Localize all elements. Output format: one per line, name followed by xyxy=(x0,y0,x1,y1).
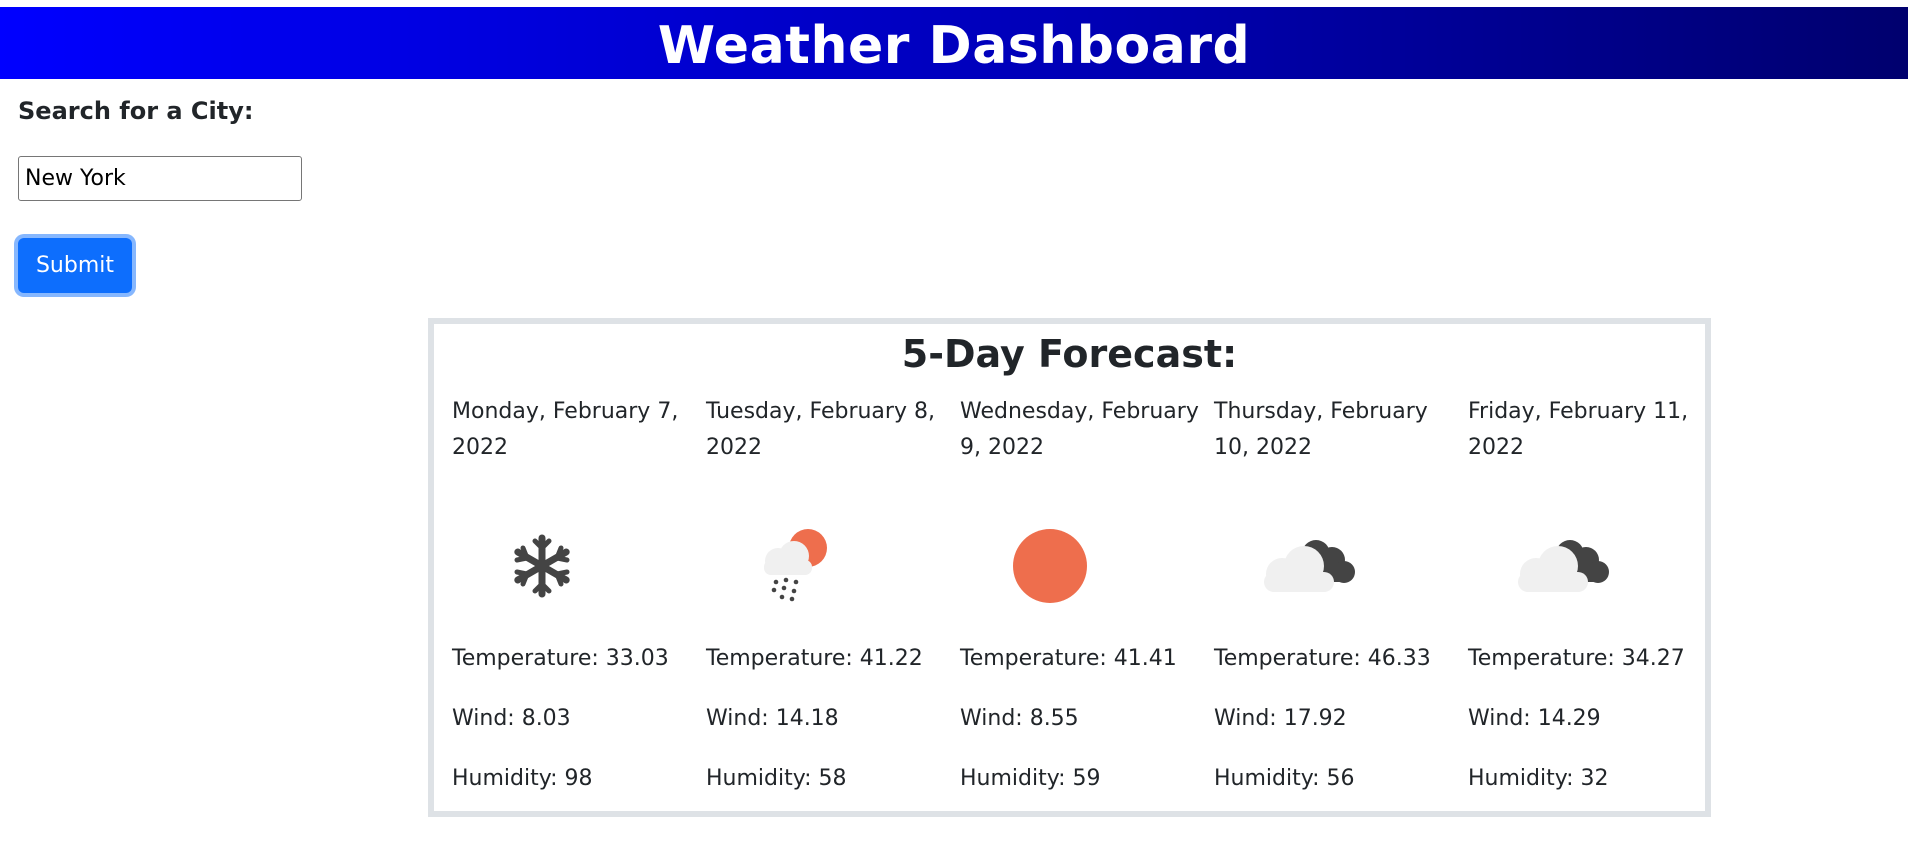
forecast-day-card: Thursday, February 10, 2022 Temperature:… xyxy=(1214,394,1454,814)
temperature-value: Temperature: 33.03 xyxy=(452,646,669,671)
humidity-value: Humidity: 58 xyxy=(706,766,847,791)
forecast-date: Thursday, February 10, 2022 xyxy=(1214,399,1428,460)
cloudy-icon xyxy=(1254,516,1355,616)
humidity-value: Humidity: 32 xyxy=(1468,766,1609,791)
wind-value: Wind: 8.55 xyxy=(960,706,1079,731)
forecast-day-card: Friday, February 11, 2022 Temperature: 3… xyxy=(1468,394,1708,814)
temperature-value: Temperature: 46.33 xyxy=(1214,646,1431,671)
city-search-input[interactable] xyxy=(18,156,302,201)
sun-icon xyxy=(1000,516,1100,616)
forecast-date: Tuesday, February 8, 2022 xyxy=(706,399,935,460)
submit-button[interactable]: Submit xyxy=(18,238,132,293)
forecast-title: 5-Day Forecast: xyxy=(901,332,1238,376)
humidity-value: Humidity: 56 xyxy=(1214,766,1355,791)
forecast-day-card: Monday, February 7, 2022 Temperature: 33… xyxy=(452,394,692,814)
humidity-value: Humidity: 59 xyxy=(960,766,1101,791)
wind-value: Wind: 14.29 xyxy=(1468,706,1601,731)
temperature-value: Temperature: 41.22 xyxy=(706,646,923,671)
forecast-date: Monday, February 7, 2022 xyxy=(452,399,679,460)
wind-value: Wind: 14.18 xyxy=(706,706,839,731)
wind-value: Wind: 8.03 xyxy=(452,706,571,731)
page-title: Weather Dashboard xyxy=(657,16,1251,76)
forecast-panel: 5-Day Forecast: Monday, February 7, 2022 xyxy=(428,318,1711,817)
forecast-day-card: Wednesday, February 9, 2022 Temperature:… xyxy=(960,394,1200,814)
temperature-value: Temperature: 34.27 xyxy=(1468,646,1685,671)
header-banner: Weather Dashboard xyxy=(0,7,1908,79)
snow-icon xyxy=(492,516,592,616)
forecast-date: Wednesday, February 9, 2022 xyxy=(960,399,1199,460)
temperature-value: Temperature: 41.41 xyxy=(960,646,1177,671)
forecast-date: Friday, February 11, 2022 xyxy=(1468,399,1689,460)
wind-value: Wind: 17.92 xyxy=(1214,706,1347,731)
rain-sun-icon xyxy=(746,516,846,616)
humidity-value: Humidity: 98 xyxy=(452,766,593,791)
cloudy-icon xyxy=(1508,516,1609,616)
forecast-day-card: Tuesday, February 8, 2022 Temperature: 4… xyxy=(706,394,946,814)
search-label: Search for a City: xyxy=(18,97,254,125)
